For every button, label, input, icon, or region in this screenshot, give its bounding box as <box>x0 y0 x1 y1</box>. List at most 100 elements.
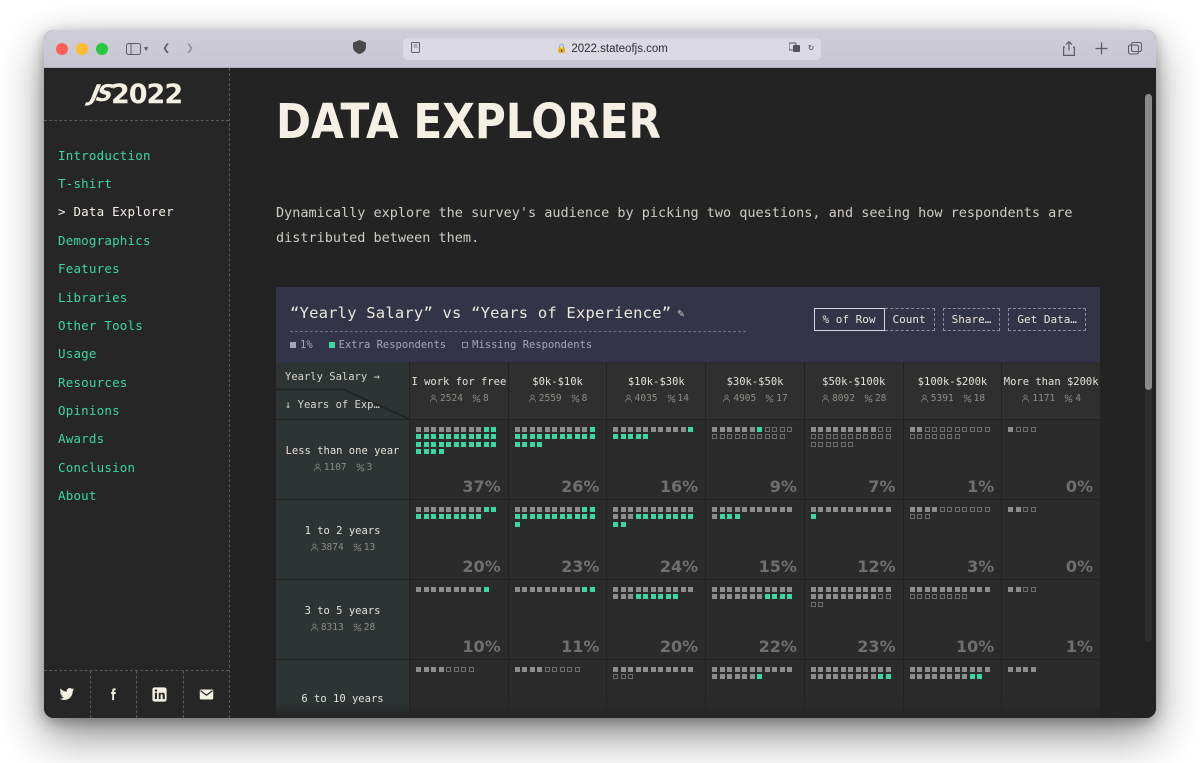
data-cell[interactable]: 12% <box>804 499 904 580</box>
column-header-cell[interactable]: $10k-$30k 4035 14 <box>607 361 707 420</box>
cell-percentage: 20% <box>659 636 699 656</box>
dot-teal <box>650 514 656 520</box>
twitter-icon[interactable] <box>44 671 91 718</box>
get-data-button[interactable]: Get Data… <box>1008 307 1086 331</box>
dot-grey <box>818 426 824 432</box>
email-icon[interactable] <box>184 671 230 718</box>
data-cell[interactable]: 23% <box>804 579 904 660</box>
close-window-button[interactable] <box>56 42 68 55</box>
column-header-cell[interactable]: $0k-$10k 2559 8 <box>508 361 608 420</box>
share-button[interactable]: Share… <box>942 307 1001 331</box>
shield-icon[interactable] <box>353 40 366 54</box>
back-arrow-icon[interactable]: ❮ <box>162 41 170 56</box>
data-cell[interactable]: 37% <box>410 419 509 500</box>
sidebar-item-t-shirt[interactable]: T-shirt <box>58 169 229 197</box>
sidebar-item-demographics[interactable]: Demographics <box>58 226 229 254</box>
data-cell[interactable]: 1% <box>903 419 1003 500</box>
data-cell[interactable]: 1% <box>1002 579 1101 660</box>
data-cell[interactable]: 16% <box>607 419 707 500</box>
scrollbar-thumb[interactable] <box>1145 94 1152 390</box>
dot-teal <box>468 514 474 520</box>
sidebar-item-awards[interactable]: Awards <box>58 425 229 453</box>
pencil-icon[interactable]: ✎ <box>677 306 684 320</box>
count-button[interactable]: Count <box>884 307 935 331</box>
data-cell[interactable] <box>706 659 805 718</box>
site-logo[interactable]: JS 2022 <box>44 68 229 121</box>
share-icon[interactable] <box>1063 41 1075 56</box>
data-cell[interactable]: 22% <box>706 579 805 660</box>
sidebar-item-usage[interactable]: Usage <box>58 340 229 368</box>
main-content: DATA EXPLORER Dynamically explore the su… <box>230 68 1156 718</box>
sidebar-item-about[interactable]: About <box>58 482 229 510</box>
data-cell[interactable]: 3% <box>903 499 1003 580</box>
row-header-cell[interactable]: 6 to 10 years <box>276 659 410 718</box>
dot-grey <box>833 594 839 600</box>
minimize-window-button[interactable] <box>76 42 88 55</box>
corner-column-label[interactable]: Yearly Salary → <box>285 371 380 383</box>
sidebar-item-resources[interactable]: Resources <box>58 368 229 396</box>
data-cell[interactable] <box>1002 659 1101 718</box>
data-cell[interactable]: 23% <box>508 499 608 580</box>
data-cell[interactable]: 15% <box>706 499 805 580</box>
column-header-cell[interactable]: More than $200k 1171 4 <box>1002 361 1101 420</box>
sidebar-item-libraries[interactable]: Libraries <box>58 283 229 311</box>
dot-grey <box>529 506 535 512</box>
row-header-cell[interactable]: Less than one year 1107 3 <box>276 419 410 500</box>
dot-grey <box>962 666 968 672</box>
sidebar-item-data-explorer[interactable]: > Data Explorer <box>58 198 229 226</box>
data-cell[interactable] <box>607 659 707 718</box>
sidebar-toggle-icon[interactable]: ▼ <box>126 42 148 55</box>
column-header-cell[interactable]: I work for free 2524 8 <box>410 361 509 420</box>
data-cell[interactable] <box>804 659 904 718</box>
row-label: 3 to 5 years <box>304 605 381 618</box>
data-cell[interactable]: 0% <box>1002 419 1101 500</box>
sidebar-item-conclusion[interactable]: Conclusion <box>58 453 229 481</box>
percent-icon <box>472 395 481 403</box>
extensions-icon[interactable] <box>788 42 802 56</box>
corner-row-label[interactable]: ↓ Years of Exp… <box>285 399 380 411</box>
address-bar-actions: ↻ <box>788 42 814 56</box>
sidebar-item-opinions[interactable]: Opinions <box>58 396 229 424</box>
column-header-cell[interactable]: $50k-$100k 8092 28 <box>804 361 904 420</box>
data-cell[interactable]: 10% <box>903 579 1003 660</box>
reload-icon[interactable]: ↻ <box>808 42 814 56</box>
data-cell[interactable]: 26% <box>508 419 608 500</box>
sidebar-item-other-tools[interactable]: Other Tools <box>58 311 229 339</box>
page-scrollbar[interactable] <box>1145 94 1152 642</box>
data-cell[interactable]: 10% <box>410 579 509 660</box>
row-header-cell[interactable]: 1 to 2 years 3874 13 <box>276 499 410 580</box>
data-cell[interactable]: 24% <box>607 499 707 580</box>
facebook-icon[interactable] <box>91 671 137 718</box>
address-bar[interactable]: 🔒 2022.stateofjs.com ↻ <box>403 37 821 60</box>
data-cell[interactable]: 20% <box>607 579 707 660</box>
dot-grey <box>727 586 733 592</box>
maximize-window-button[interactable] <box>96 42 108 55</box>
linkedin-icon[interactable] <box>137 671 184 718</box>
dot-teal <box>688 426 694 432</box>
tab-overview-icon[interactable] <box>1128 42 1142 55</box>
dot-grey <box>423 506 429 512</box>
dot-grey <box>567 506 573 512</box>
data-cell[interactable]: 11% <box>508 579 608 660</box>
data-cell[interactable]: 9% <box>706 419 805 500</box>
column-header-cell[interactable]: $100k-$200k 5391 18 <box>903 361 1003 420</box>
data-cell[interactable] <box>903 659 1003 718</box>
dot-hollow <box>810 441 816 447</box>
data-cell[interactable]: 0% <box>1002 499 1101 580</box>
sidebar-item-introduction[interactable]: Introduction <box>58 141 229 169</box>
data-cell[interactable]: 7% <box>804 419 904 500</box>
new-tab-icon[interactable] <box>1095 42 1108 55</box>
sidebar-item-features[interactable]: Features <box>58 255 229 283</box>
data-cell[interactable] <box>508 659 608 718</box>
reader-mode-icon[interactable] <box>411 41 420 56</box>
table-corner-cell: Yearly Salary → ↓ Years of Exp… <box>276 361 410 420</box>
data-cell[interactable] <box>410 659 509 718</box>
forward-arrow-icon[interactable]: ❯ <box>186 41 194 56</box>
row-stats: 3874 13 <box>310 542 375 553</box>
dot-grey <box>620 514 626 520</box>
percent-of-row-button[interactable]: % of Row <box>813 307 885 331</box>
dot-teal <box>688 514 694 520</box>
row-header-cell[interactable]: 3 to 5 years 8313 28 <box>276 579 410 660</box>
data-cell[interactable]: 20% <box>410 499 509 580</box>
column-header-cell[interactable]: $30k-$50k 4905 17 <box>706 361 805 420</box>
